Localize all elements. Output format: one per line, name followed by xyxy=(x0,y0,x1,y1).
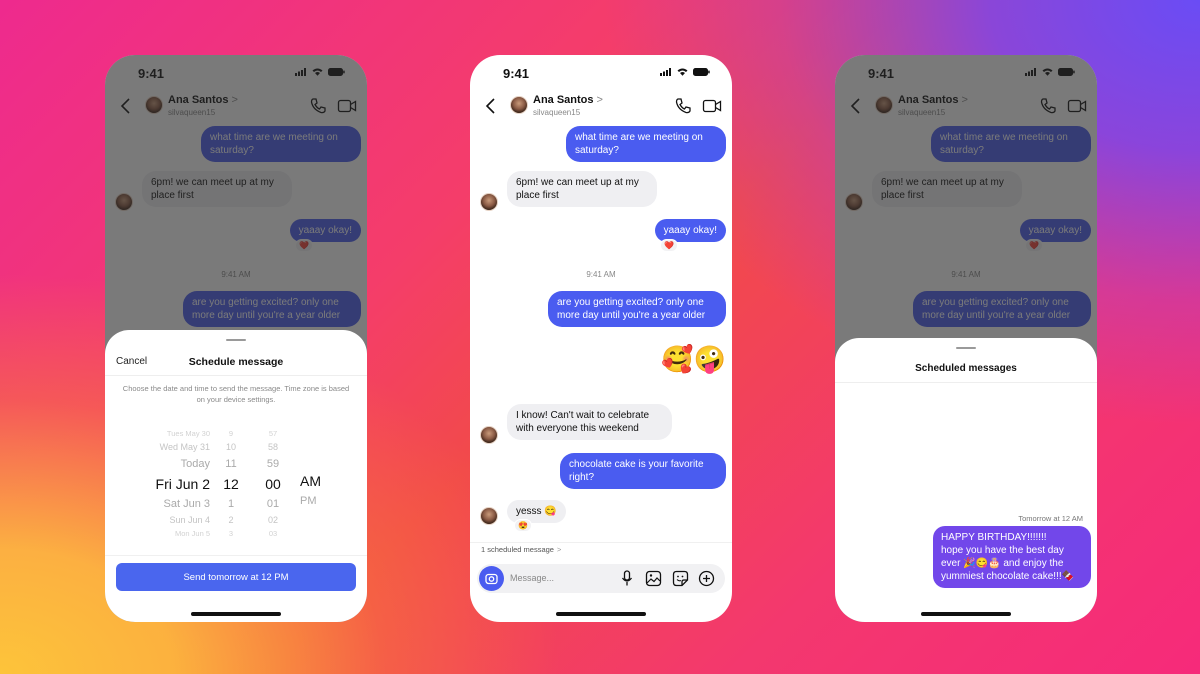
send-scheduled-button[interactable]: Send tomorrow at 12 PM xyxy=(116,563,356,591)
message-input[interactable]: Message... xyxy=(510,573,554,583)
wifi-icon xyxy=(677,68,688,76)
picker-option[interactable]: Wed May 31 xyxy=(115,440,210,455)
picker-option[interactable]: 9 xyxy=(220,428,242,440)
camera-button[interactable] xyxy=(479,566,504,591)
phone-scheduled-messages: 9:41 Ana Santos> silvaqueen15 what time … xyxy=(835,55,1097,622)
scheduled-message-line: ever 🎉😋🎂 and enjoy the xyxy=(941,558,1064,569)
sheet-grabber[interactable] xyxy=(956,347,976,349)
phone-schedule-message: 9:41 Ana Santos> silvaqueen15 what time … xyxy=(105,55,367,622)
video-camera-icon[interactable] xyxy=(702,97,722,115)
scheduled-time: Tomorrow at 12 AM xyxy=(1018,514,1083,523)
message-in[interactable]: 6pm! we can meet up at my place first xyxy=(507,171,657,207)
sheet-title: Scheduled messages xyxy=(915,363,1017,374)
picker-option[interactable]: 58 xyxy=(265,440,281,455)
picker-option-selected[interactable]: 12 xyxy=(220,473,242,495)
picker-option[interactable]: 10 xyxy=(220,440,242,455)
scheduled-message-line: yummiest chocolate cake!!!🍫 xyxy=(941,571,1075,582)
picker-day-column[interactable]: Tues May 30 Wed May 31 Today Fri Jun 2 S… xyxy=(115,428,210,540)
message-out[interactable]: what time are we meeting on saturday? xyxy=(566,126,726,162)
back-chevron-icon[interactable] xyxy=(484,97,498,115)
gallery-icon[interactable] xyxy=(645,570,662,587)
signal-icon xyxy=(660,68,671,76)
sheet-description: Choose the date and time to send the mes… xyxy=(122,384,350,404)
divider xyxy=(105,555,367,556)
contact-avatar xyxy=(480,426,498,444)
sticker-message[interactable]: 🥰🤪 xyxy=(661,343,726,375)
camera-icon xyxy=(485,573,498,585)
date-time-picker[interactable]: Tues May 30 Wed May 31 Today Fri Jun 2 S… xyxy=(105,428,367,543)
scheduled-messages-sheet: Scheduled messages Tomorrow at 12 AM HAP… xyxy=(835,338,1097,622)
battery-icon xyxy=(693,68,710,76)
scheduled-message-line: HAPPY BIRTHDAY!!!!!!! xyxy=(941,532,1047,543)
picker-option[interactable]: 01 xyxy=(265,495,281,513)
home-indicator[interactable] xyxy=(556,612,646,616)
home-indicator[interactable] xyxy=(921,612,1011,616)
picker-option[interactable]: 11 xyxy=(220,455,242,473)
phone-chat-thread: 9:41 Ana Santos > silvaqueen15 what time … xyxy=(470,55,732,622)
add-icon[interactable] xyxy=(698,570,715,587)
contact-avatar xyxy=(480,507,498,525)
picker-option[interactable]: 1 xyxy=(220,495,242,513)
picker-option[interactable]: Tues May 30 xyxy=(115,428,210,440)
contact-avatar[interactable] xyxy=(510,96,528,114)
scheduled-message[interactable]: HAPPY BIRTHDAY!!!!!!! hope you have the … xyxy=(933,526,1091,588)
message-out[interactable]: chocolate cake is your favorite right? xyxy=(560,453,726,489)
heart-eyes-reaction[interactable]: 😍 xyxy=(514,519,532,532)
picker-option[interactable]: 02 xyxy=(265,513,281,528)
message-out[interactable]: are you getting excited? only one more d… xyxy=(548,291,726,327)
message-timestamp: 9:41 AM xyxy=(586,270,616,279)
picker-option[interactable]: 3 xyxy=(220,528,242,540)
chat-header: Ana Santos> silvaqueen15 xyxy=(470,91,732,123)
sticker-icon[interactable] xyxy=(672,570,689,587)
picker-option[interactable]: Today xyxy=(115,455,210,473)
contact-handle: silvaqueen15 xyxy=(533,108,581,117)
contact-name-text: Ana Santos xyxy=(533,94,594,106)
picker-option[interactable]: Sun Jun 4 xyxy=(115,513,210,528)
scheduled-link-text: 1 scheduled message xyxy=(481,545,554,554)
chevron-right-icon: > xyxy=(596,94,603,106)
picker-option-selected[interactable]: 00 xyxy=(265,473,281,495)
status-time: 9:41 xyxy=(503,66,530,81)
picker-minute-column[interactable]: 57 58 59 00 01 02 03 xyxy=(265,428,281,540)
status-icons xyxy=(660,68,710,76)
picker-option[interactable]: 57 xyxy=(265,428,281,440)
scheduled-messages-link[interactable]: 1 scheduled message > xyxy=(481,545,561,554)
picker-option[interactable]: Sat Jun 3 xyxy=(115,495,210,513)
message-composer: Message... xyxy=(477,564,725,593)
picker-option-selected[interactable]: Fri Jun 2 xyxy=(115,473,210,495)
heart-reaction[interactable]: ❤️ xyxy=(660,239,678,252)
picker-option[interactable]: Mon Jun 5 xyxy=(115,528,210,540)
picker-option[interactable]: 03 xyxy=(265,528,281,540)
picker-period-column[interactable]: AM PM xyxy=(300,470,330,510)
home-indicator[interactable] xyxy=(191,612,281,616)
divider xyxy=(105,375,367,376)
picker-option[interactable]: 2 xyxy=(220,513,242,528)
divider xyxy=(835,382,1097,383)
picker-option[interactable]: 59 xyxy=(265,455,281,473)
contact-name[interactable]: Ana Santos> xyxy=(533,94,603,106)
sheet-title: Schedule message xyxy=(188,356,284,368)
picker-option[interactable]: PM xyxy=(300,492,330,510)
picker-hour-column[interactable]: 9 10 11 12 1 2 3 xyxy=(220,428,242,540)
picker-option-selected[interactable]: AM xyxy=(300,470,330,492)
message-in[interactable]: I know! Can't wait to celebrate with eve… xyxy=(507,404,672,440)
chevron-right-icon: > xyxy=(556,545,562,554)
divider xyxy=(470,542,732,543)
status-bar: 9:41 xyxy=(470,55,732,91)
sheet-grabber[interactable] xyxy=(226,339,246,341)
contact-avatar xyxy=(480,193,498,211)
microphone-icon[interactable] xyxy=(621,570,633,587)
scheduled-message-line: hope you have the best day xyxy=(941,545,1064,556)
phone-icon[interactable] xyxy=(674,97,692,115)
schedule-message-sheet: Cancel Schedule message Choose the date … xyxy=(105,330,367,622)
